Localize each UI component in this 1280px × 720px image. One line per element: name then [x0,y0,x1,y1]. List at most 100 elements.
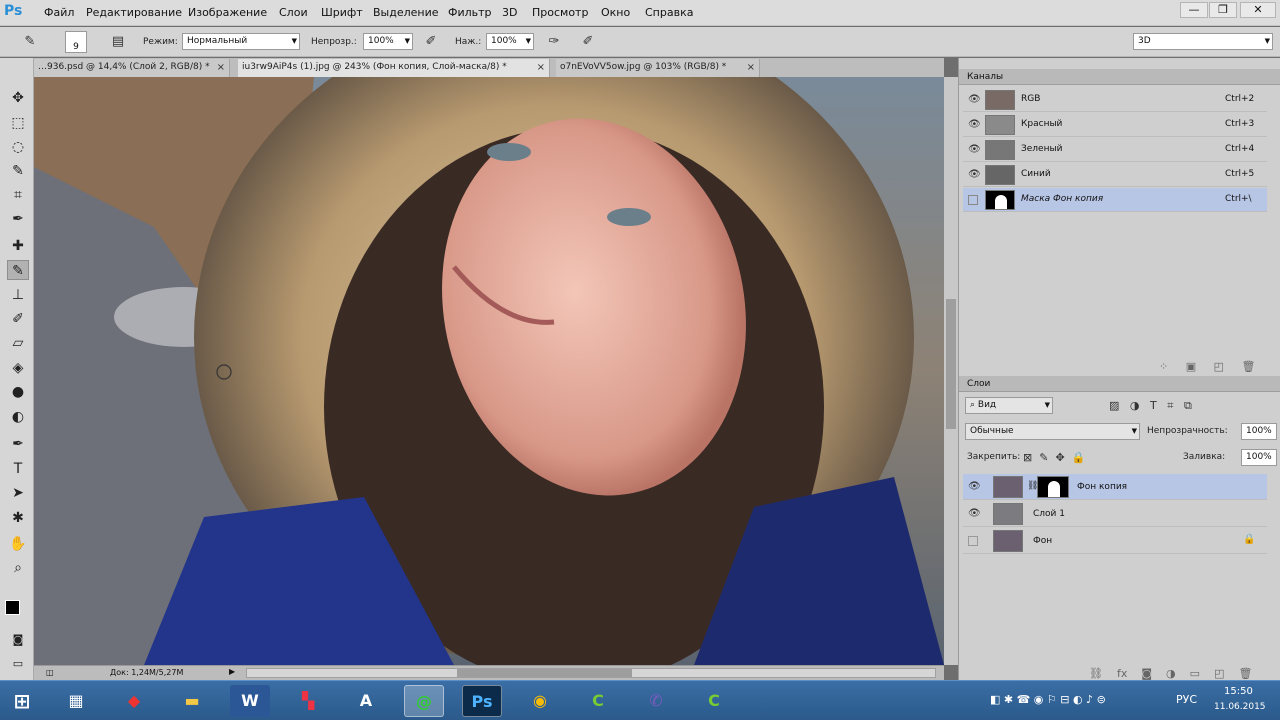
brush-tool-preset-icon[interactable]: ✎ [20,32,40,52]
adjustment-layer-icon[interactable]: ◑ [1166,667,1176,680]
move-tool-icon[interactable]: ✥ [7,88,29,108]
trash-icon[interactable]: 🗑 [1238,667,1252,680]
channels-tab[interactable]: Каналы [967,72,1003,82]
shape-tool-icon[interactable]: ✱ [7,508,29,528]
eye-icon[interactable]: 👁 [968,169,981,180]
menu-layers[interactable]: Слои [279,6,308,19]
menu-type[interactable]: Шрифт [321,6,363,19]
shape-filter-icon[interactable]: ⌗ [1167,399,1173,412]
horizontal-scrollbar[interactable] [246,668,936,678]
lock-pixels-icon[interactable]: ✎ [1039,451,1048,464]
document-canvas[interactable] [34,77,944,665]
close-icon[interactable]: × [747,59,755,76]
brush-size-picker[interactable]: 9 [65,31,87,53]
visibility-toggle[interactable] [968,195,978,205]
photoshop-icon[interactable]: Ps [462,685,502,717]
marquee-tool-icon[interactable]: ⬚ [7,113,29,133]
lock-position-icon[interactable]: ✥ [1055,451,1064,464]
healing-tool-icon[interactable]: ✚ [7,236,29,256]
layer-row-background[interactable]: Фон 🔒 [963,528,1267,554]
add-mask-icon[interactable]: ◙ [1141,667,1152,680]
layers-tab[interactable]: Слои [967,379,990,389]
blur-tool-icon[interactable]: ● [7,382,29,402]
lock-transparency-icon[interactable]: ⊠ [1023,451,1032,464]
history-brush-tool-icon[interactable]: ✐ [7,309,29,329]
start-button-icon[interactable]: ⊞ [2,685,42,717]
hand-tool-icon[interactable]: ✋ [7,534,29,554]
eye-icon[interactable]: 👁 [968,119,981,130]
eyedropper-tool-icon[interactable]: ✒ [7,209,29,229]
flow-field[interactable]: 100% ▼ [486,33,534,50]
menu-3d[interactable]: 3D [502,6,517,19]
type-filter-icon[interactable]: T [1150,399,1157,412]
pressure-size-icon[interactable]: ✐ [578,32,598,52]
chrome-icon[interactable]: ◉ [520,685,560,717]
dodge-tool-icon[interactable]: ◐ [7,407,29,427]
stamp-tool-icon[interactable]: ⊥ [7,285,29,305]
clock-time[interactable]: 15:50 [1224,686,1253,697]
language-indicator[interactable]: РУС [1176,693,1197,706]
calculator-icon[interactable]: ▦ [56,685,96,717]
layer-opacity-field[interactable]: 100% [1241,423,1277,440]
layer-row-layer1[interactable]: 👁 Слой 1 [963,501,1267,527]
crop-tool-icon[interactable]: ⌗ [7,185,29,205]
save-selection-icon[interactable]: ▣ [1186,360,1196,373]
type-tool-icon[interactable]: T [7,459,29,479]
close-button[interactable]: ✕ [1240,2,1276,18]
menu-edit[interactable]: Редактирование [86,6,182,19]
menu-view[interactable]: Просмотр [532,6,588,19]
chat-app-icon[interactable]: ◆ [114,685,154,717]
quick-select-tool-icon[interactable]: ✎ [7,161,29,181]
layer-row-bg-copy[interactable]: 👁 ⛓ Фон копия [963,474,1267,500]
eraser-tool-icon[interactable]: ▱ [7,333,29,353]
opacity-field[interactable]: 100% ▼ [363,33,413,50]
camtasia-icon[interactable]: C [578,685,618,717]
lock-all-icon[interactable]: 🔒 [1072,451,1086,464]
tab-document-3[interactable]: o7nEVoVV5ow.jpg @ 103% (RGB/8) * × [556,59,760,77]
channel-row-blue[interactable]: 👁 Синий Ctrl+5 [963,163,1267,187]
tray-icons[interactable]: ◧ ✱ ☎ ◉ ⚐ ⊟ ◐ ♪ ⊜ [990,693,1106,706]
mail-agent-icon[interactable]: @ [404,685,444,717]
brush-tool-icon[interactable]: ✎ [7,260,29,280]
pen-tool-icon[interactable]: ✒ [7,434,29,454]
menu-help[interactable]: Справка [645,6,693,19]
minimize-button[interactable]: — [1180,2,1208,18]
font-app-icon[interactable]: A [346,685,386,717]
eye-icon[interactable]: 👁 [968,481,981,492]
viber-icon[interactable]: ✆ [636,685,676,717]
workspace-select[interactable]: 3D ▼ [1133,33,1273,50]
layer-filter-select[interactable]: ⌕ Вид ▼ [965,397,1053,414]
menu-filter[interactable]: Фильтр [448,6,492,19]
brush-panel-icon[interactable]: ▤ [108,32,128,52]
channel-row-green[interactable]: 👁 Зеленый Ctrl+4 [963,138,1267,162]
eye-icon[interactable]: 👁 [968,94,981,105]
close-icon[interactable]: × [217,59,225,76]
menu-image[interactable]: Изображение [188,6,267,19]
zoom-tool-icon[interactable]: ⌕ [7,558,29,578]
blend-mode-select[interactable]: Обычные ▼ [965,423,1140,440]
eye-icon[interactable]: 👁 [968,144,981,155]
mode-select[interactable]: Нормальный ▼ [182,33,300,50]
pixel-filter-icon[interactable]: ▨ [1109,399,1119,412]
vertical-scrollbar[interactable] [944,77,958,665]
lasso-tool-icon[interactable]: ◌ [7,137,29,157]
channel-row-red[interactable]: 👁 Красный Ctrl+3 [963,113,1267,137]
explorer-icon[interactable]: ▬ [172,685,212,717]
screen-mode-icon[interactable]: ▭ [7,654,29,674]
eye-icon[interactable]: 👁 [968,508,981,519]
foreground-color-swatch[interactable] [5,600,20,615]
scroll-thumb[interactable] [457,669,632,677]
menu-window[interactable]: Окно [601,6,630,19]
restore-button[interactable]: ❐ [1209,2,1237,18]
smart-object-filter-icon[interactable]: ⧉ [1184,399,1192,412]
channel-row-mask[interactable]: Маска Фон копия Ctrl+\ [963,188,1267,212]
airbrush-icon[interactable]: ✑ [544,32,564,52]
fill-tool-icon[interactable]: ◈ [7,358,29,378]
tab-document-2[interactable]: iu3rw9AiP4s (1).jpg @ 243% (Фон копия, С… [238,59,550,77]
close-icon[interactable]: × [537,59,545,76]
fx-icon[interactable]: fx [1117,667,1127,680]
mask-thumbnail[interactable] [1037,476,1069,498]
word-icon[interactable]: W [230,685,270,717]
load-selection-icon[interactable]: ⁘ [1159,360,1168,373]
clock-date[interactable]: 11.06.2015 [1214,702,1266,712]
